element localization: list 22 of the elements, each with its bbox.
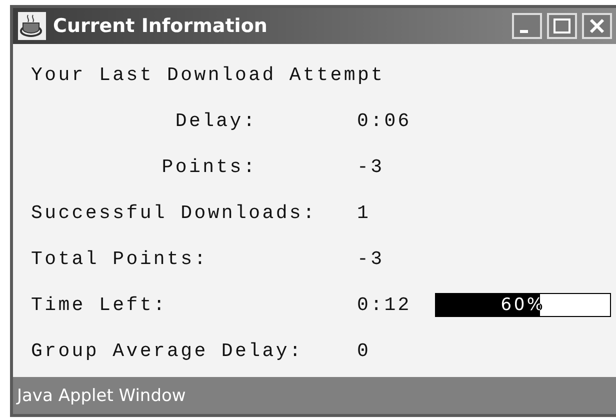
field-label: Delay: (174, 110, 257, 132)
field-label: Successful Downloads: (31, 202, 318, 224)
field-label: Time Left: (31, 294, 168, 316)
field-label: Total Points: (31, 248, 209, 270)
close-button[interactable] (582, 13, 612, 39)
field-value: 1 (357, 202, 372, 224)
coffee-cup-icon (17, 11, 47, 41)
field-label: Group Average Delay: (31, 340, 304, 362)
close-icon (589, 18, 605, 34)
status-bar-text: Java Applet Window (17, 386, 186, 406)
field-value: 0:12 (357, 294, 412, 316)
maximize-icon (553, 18, 571, 34)
field-value: 0 (357, 340, 372, 362)
section-heading: Your Last Download Attempt (31, 64, 385, 86)
field-value: 0:06 (357, 110, 412, 132)
maximize-button[interactable] (547, 13, 577, 39)
field-value: -3 (357, 248, 386, 270)
field-label: Points: (160, 156, 257, 178)
minimize-icon (520, 30, 528, 32)
field-value: -3 (357, 156, 386, 178)
minimize-button[interactable] (512, 13, 542, 39)
window-title: Current Information (53, 15, 268, 37)
